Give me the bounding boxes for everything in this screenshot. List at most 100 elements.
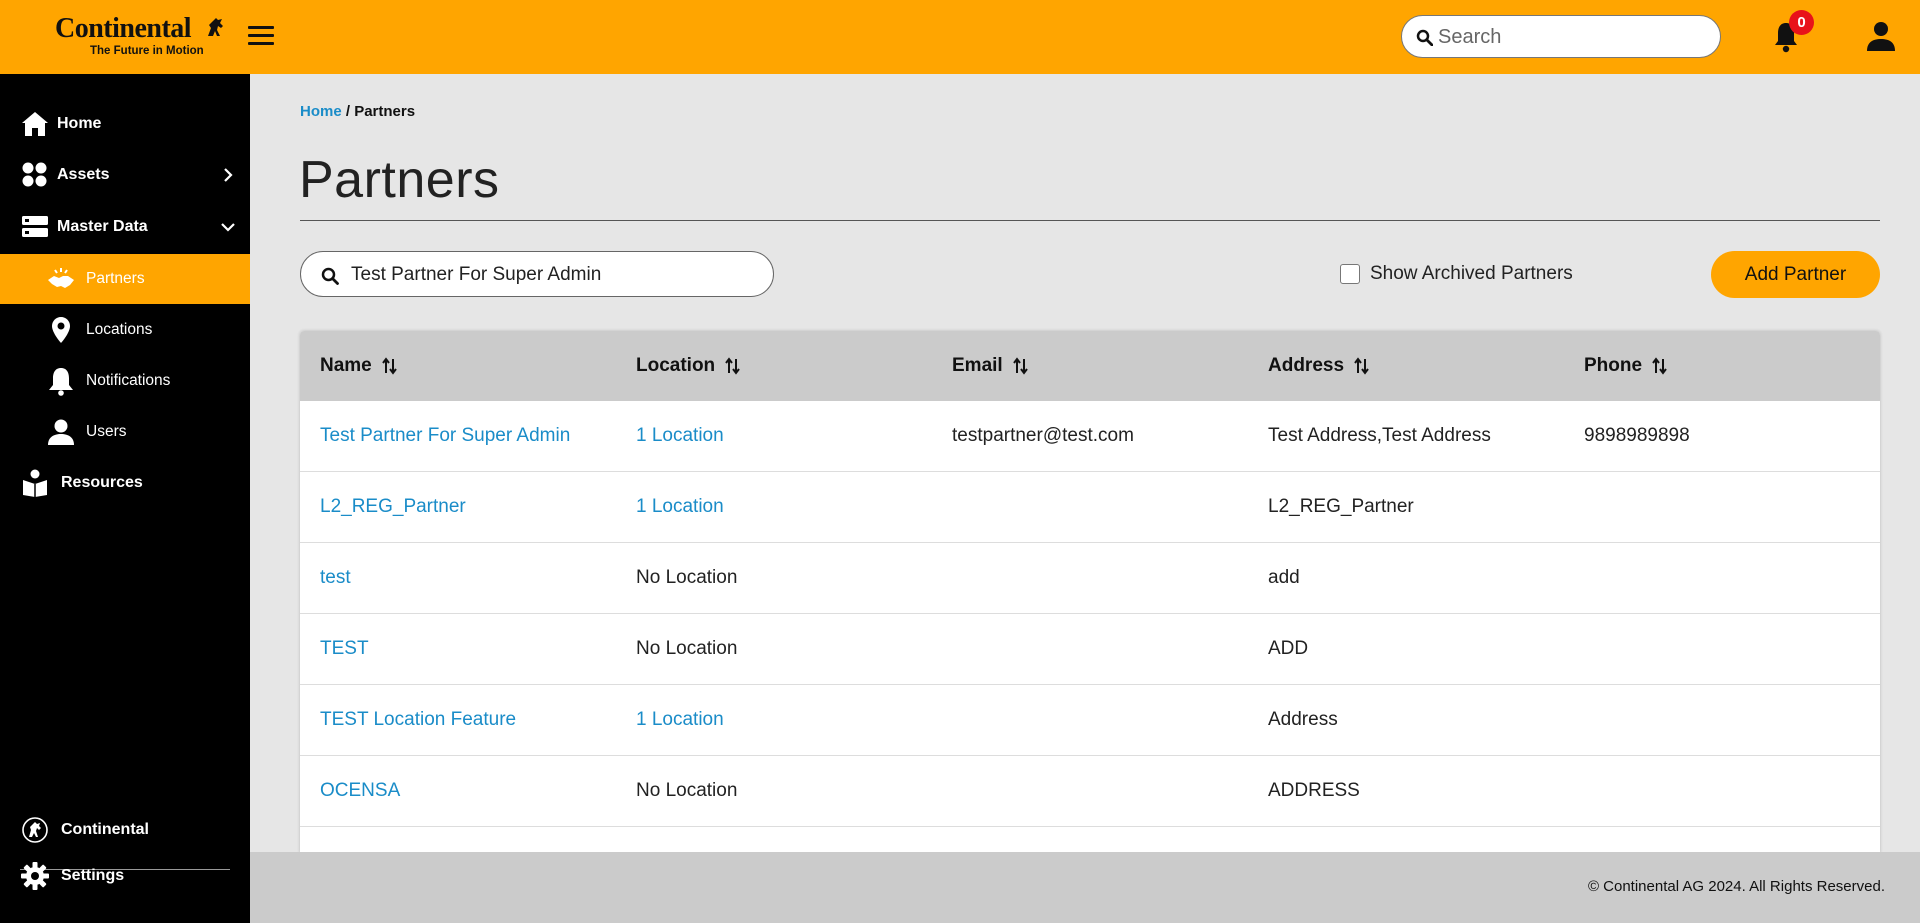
- top-bar: Continental The Future in Motion 0: [0, 0, 1920, 74]
- page-title: Partners: [299, 151, 500, 209]
- sidebar-item-resources[interactable]: Resources: [0, 458, 250, 508]
- sort-icon: [381, 357, 397, 375]
- sidebar-item-assets[interactable]: Assets: [0, 150, 250, 200]
- book-reader-icon: [23, 469, 47, 497]
- sidebar-item-master-data[interactable]: Master Data: [0, 202, 250, 252]
- sidebar-item-label: Continental: [61, 821, 149, 838]
- sidebar-item-home[interactable]: Home: [0, 99, 250, 149]
- column-header-location[interactable]: Location: [636, 355, 741, 377]
- notification-count-badge: 0: [1789, 10, 1814, 35]
- home-icon: [22, 112, 48, 136]
- sidebar-item-users[interactable]: Users: [0, 407, 250, 457]
- partner-address: L2_REG_Partner: [1268, 496, 1414, 517]
- continental-emblem-icon: [22, 817, 48, 843]
- logo-name: Continental: [55, 13, 192, 44]
- sidebar-item-label: Master Data: [57, 218, 148, 235]
- gear-icon: [21, 862, 49, 890]
- partner-address: ADD: [1268, 638, 1309, 659]
- breadcrumb-home-link[interactable]: Home: [300, 103, 342, 120]
- column-header-label: Location: [636, 355, 716, 376]
- column-header-email[interactable]: Email: [952, 355, 1029, 377]
- sort-icon: [1354, 357, 1369, 375]
- sidebar-item-settings[interactable]: Settings: [0, 851, 250, 901]
- handshake-icon: [48, 268, 74, 288]
- location-pin-icon: [52, 317, 70, 343]
- search-icon: [1416, 29, 1433, 46]
- sidebar-item-locations[interactable]: Locations: [0, 305, 250, 355]
- partner-location-link[interactable]: 1 Location: [636, 496, 724, 518]
- partner-name-link[interactable]: TEST Location Feature: [320, 709, 516, 731]
- table-row: OCENSA No Location ADDRESS: [300, 756, 1880, 827]
- partner-name-link[interactable]: TEST: [320, 638, 369, 660]
- footer: © Continental AG 2024. All Rights Reserv…: [250, 852, 1920, 923]
- partner-address: Test Address,Test Address: [1268, 425, 1491, 446]
- column-header-label: Name: [320, 355, 372, 376]
- show-archived-checkbox[interactable]: [1340, 264, 1360, 284]
- chevron-right-icon: [224, 168, 233, 182]
- sidebar-item-label: Settings: [61, 867, 125, 884]
- horse-icon: [208, 18, 223, 36]
- add-partner-button[interactable]: Add Partner: [1711, 251, 1880, 298]
- global-search-input[interactable]: [1438, 22, 1708, 52]
- partners-table: Name Location Email Address Phone Test P…: [300, 331, 1880, 853]
- partner-search: [300, 251, 774, 297]
- sort-icon: [1012, 357, 1028, 375]
- sidebar-item-label: Partners: [86, 270, 145, 287]
- user-profile-icon[interactable]: [1865, 20, 1897, 52]
- partner-phone: 9898989898: [1584, 425, 1690, 446]
- partner-address: ADDRESS: [1268, 780, 1360, 801]
- hamburger-line: [248, 34, 274, 37]
- sidebar-item-label: Resources: [61, 474, 143, 491]
- table-row: L2_REG_Partner 1 Location L2_REG_Partner: [300, 472, 1880, 543]
- table-header: Name Location Email Address Phone: [300, 331, 1880, 401]
- partner-location-text: No Location: [636, 780, 738, 801]
- table-row: TEST No Location ADD: [300, 614, 1880, 685]
- partner-name-link[interactable]: OCENSA: [320, 780, 400, 802]
- partner-location-text: No Location: [636, 638, 738, 659]
- column-header-phone[interactable]: Phone: [1584, 355, 1668, 377]
- sidebar-item-label: Assets: [57, 166, 110, 183]
- title-divider: [300, 220, 1880, 221]
- show-archived-label: Show Archived Partners: [1370, 263, 1573, 284]
- sidebar-item-label: Users: [86, 423, 127, 440]
- show-archived-toggle[interactable]: Show Archived Partners: [1340, 263, 1573, 285]
- sort-icon: [725, 357, 740, 375]
- table-row: Test Partner For Super Admin 1 Location …: [300, 401, 1880, 472]
- global-search: [1401, 15, 1721, 58]
- hamburger-line: [248, 26, 274, 29]
- partner-name-link[interactable]: L2_REG_Partner: [320, 496, 466, 518]
- menu-toggle-button[interactable]: [248, 26, 274, 48]
- sort-icon: [1652, 357, 1667, 375]
- bell-icon: [49, 368, 73, 396]
- breadcrumb-separator: /: [341, 103, 355, 120]
- column-header-label: Address: [1268, 355, 1345, 376]
- sidebar-item-label: Locations: [86, 321, 153, 338]
- continental-logo[interactable]: Continental The Future in Motion: [55, 14, 225, 60]
- hamburger-line: [248, 42, 274, 45]
- column-header-name[interactable]: Name: [320, 355, 398, 377]
- logo-tagline: The Future in Motion: [90, 45, 204, 57]
- sidebar-item-continental[interactable]: Continental: [0, 805, 250, 855]
- search-icon: [321, 267, 339, 285]
- breadcrumb-current: Partners: [354, 103, 416, 120]
- chevron-down-icon: [221, 223, 235, 232]
- master-data-icon: [22, 216, 48, 237]
- partner-location-link[interactable]: 1 Location: [636, 425, 724, 447]
- sidebar-item-label: Notifications: [86, 372, 171, 389]
- partner-name-link[interactable]: Test Partner For Super Admin: [320, 425, 570, 447]
- column-header-address[interactable]: Address: [1268, 355, 1370, 377]
- table-row: test No Location add: [300, 543, 1880, 614]
- sidebar-item-notifications[interactable]: Notifications: [0, 356, 250, 406]
- user-icon: [48, 419, 74, 445]
- sidebar: Home Assets Master Data Partners Locatio…: [0, 74, 250, 923]
- sidebar-item-partners[interactable]: Partners: [0, 254, 250, 304]
- partner-name-link[interactable]: test: [320, 567, 351, 589]
- copyright-text: © Continental AG 2024. All Rights Reserv…: [1587, 878, 1885, 895]
- assets-icon: [22, 162, 47, 187]
- partner-search-input[interactable]: [351, 260, 761, 290]
- breadcrumb: Home / Partners: [300, 103, 415, 120]
- partner-email: testpartner@test.com: [952, 425, 1134, 446]
- partner-location-link[interactable]: 1 Location: [636, 709, 724, 731]
- partner-address: add: [1268, 567, 1300, 588]
- table-row: TEST Location Feature 1 Location Address: [300, 685, 1880, 756]
